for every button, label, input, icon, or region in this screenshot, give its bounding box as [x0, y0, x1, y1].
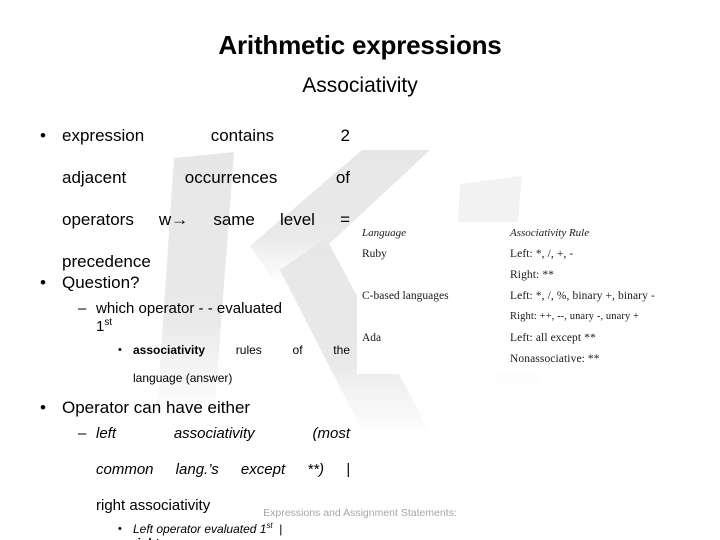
table-cell-rule: Left: *, /, +, -	[510, 247, 574, 260]
subsubbullet-left-operator-evaluated: • Left operator evaluated 1st | right	[30, 522, 350, 540]
subbullet-ordinal-suffix: st	[104, 317, 113, 328]
bullet-content-column: • expression contains 2 adjacent occurre…	[30, 125, 350, 540]
bullet-line-4: precedence	[62, 252, 151, 271]
table-header-associativity-rule: Associativity Rule	[510, 226, 590, 239]
subsubbullet-italic-text: Left operator evaluated 1	[133, 522, 267, 536]
table-row: Ruby Left: *, /, +, -	[357, 243, 707, 264]
bullet-item-operator-either: • Operator can have either	[30, 397, 350, 418]
table-cell-rule: Left: all except **	[510, 331, 596, 344]
subbullet-italic-line-1: left associativity (most	[96, 425, 350, 442]
table-header-row: Language Associativity Rule	[357, 222, 707, 243]
bullet-marker-dot: •	[118, 523, 122, 535]
subsubbullet-line-1-rest: rules of the	[235, 343, 350, 357]
subsubbullet-line-2: language (answer)	[133, 371, 233, 385]
subbullet-text-main: which operator - - evaluated	[96, 300, 282, 317]
table-cell-rule: Right: **	[510, 268, 555, 281]
table-cell-language: Ruby	[362, 247, 387, 260]
subsubbullet-separator-bar: |	[279, 522, 283, 536]
bullet-label-question: Question?	[62, 273, 140, 292]
slide-title: Arithmetic expressions	[218, 30, 502, 60]
subsubbullet-bold-right: right	[133, 536, 160, 540]
bullet-marker-dot: •	[40, 126, 46, 145]
bullet-item-question: • Question?	[30, 272, 350, 293]
associativity-table: Language Associativity Rule Ruby Left: *…	[357, 222, 707, 369]
slide-canvas: Arithmetic expressions Associativity • e…	[0, 0, 720, 540]
bullet-line-1: expression contains 2	[62, 126, 350, 145]
table-row: Right: **	[357, 264, 707, 285]
table-row: C-based languages Left: *, /, %, binary …	[357, 285, 707, 306]
bullet-label-operator-either: Operator can have either	[62, 398, 251, 417]
bullet-line-2: adjacent occurrences of	[62, 168, 350, 187]
subbullet-italic-line-2: common lang.’s except **) |	[96, 461, 350, 478]
bullet-marker-dot: •	[40, 398, 46, 417]
bullet-marker-dot: •	[40, 273, 46, 292]
subbullet-left-associativity: – left associativity (most common lang.’…	[30, 425, 350, 515]
table-header-language: Language	[362, 226, 406, 239]
table-cell-rule: Left: *, /, %, binary +, binary -	[510, 289, 655, 302]
subbullet-which-operator: – which operator - - evaluated 1st	[30, 300, 350, 336]
bullet-marker-dot: •	[118, 344, 122, 356]
table-row: Ada Left: all except **	[357, 327, 707, 348]
bullet-marker-dash: –	[78, 425, 87, 442]
bullet-item-expression: • expression contains 2 adjacent occurre…	[30, 125, 350, 272]
bullet-line-3: operators w→ same level =	[62, 210, 350, 229]
subsubbullet-line-1: associativity rules of the	[133, 343, 350, 371]
table-cell-language-empty	[357, 306, 510, 327]
slide-subtitle: Associativity	[302, 74, 418, 97]
table-row: Nonassociative: **	[357, 348, 707, 369]
table-cell-language: Ada	[362, 331, 382, 344]
subsubbullet-associativity-rules: • associativity rules of the language (a…	[30, 343, 350, 385]
table-cell-language: C-based languages	[362, 289, 449, 302]
bullet-marker-dash: –	[78, 300, 87, 317]
table-cell-rule: Right: ++, --, unary -, unary +	[510, 311, 640, 322]
table-row: Right: ++, --, unary -, unary +	[357, 306, 707, 327]
table-cell-language-empty	[357, 348, 510, 369]
subsubbullet-ordinal-suffix: st	[266, 521, 273, 530]
slide-footer: Expressions and Assignment Statements:	[263, 507, 457, 519]
table-cell-rule: Nonassociative: **	[510, 352, 600, 365]
table-cell-language-empty	[357, 264, 510, 285]
associativity-rules-table-image: Language Associativity Rule Ruby Left: *…	[357, 222, 707, 374]
emphasis-associativity: associativity	[133, 343, 206, 357]
